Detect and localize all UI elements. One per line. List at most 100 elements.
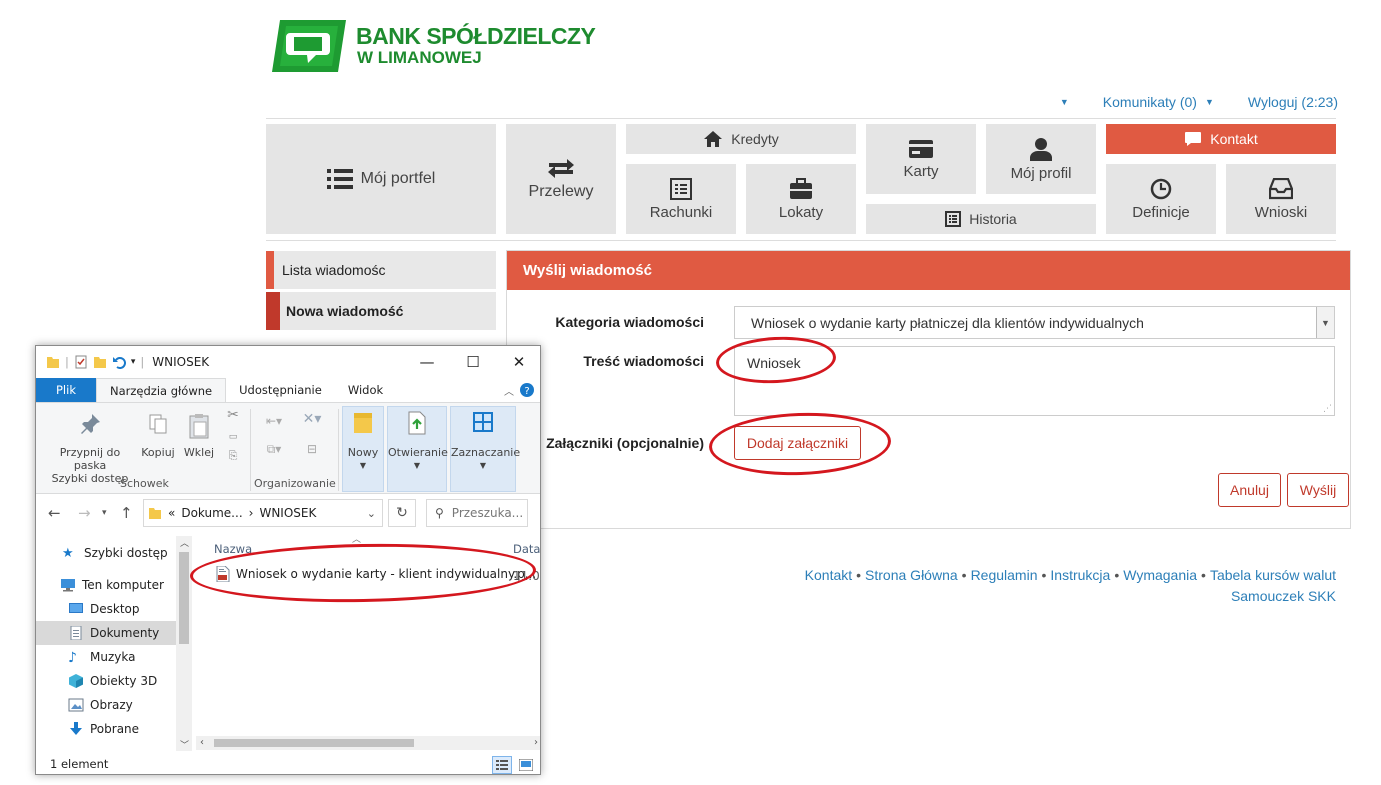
menu-deposits[interactable]: Lokaty bbox=[746, 164, 856, 234]
close-icon[interactable]: ✕ bbox=[496, 346, 540, 378]
menu-definitions[interactable]: Definicje bbox=[1106, 164, 1216, 234]
file-row[interactable]: Wniosek o wydanie karty - klient indywid… bbox=[216, 566, 536, 582]
address-part-folder[interactable]: WNIOSEK bbox=[259, 506, 316, 520]
new-folder-icon[interactable] bbox=[93, 355, 107, 369]
paste-button[interactable]: Wklej bbox=[180, 413, 218, 459]
nav-item-music[interactable]: ♪ Muzyka bbox=[36, 645, 176, 669]
chevron-down-icon[interactable]: ﹀ bbox=[180, 738, 189, 751]
resize-grip-icon[interactable]: ⋰ bbox=[1323, 403, 1332, 414]
nav-item-downloads[interactable]: Pobrane bbox=[36, 717, 176, 741]
list-icon bbox=[326, 169, 353, 189]
copy-to-icon[interactable]: ⧉▾ bbox=[260, 443, 288, 456]
menu-history[interactable]: Historia bbox=[866, 204, 1096, 234]
menu-contact[interactable]: Kontakt bbox=[1106, 124, 1336, 154]
copy-icon bbox=[149, 414, 167, 434]
move-to-icon[interactable]: ⇤▾ bbox=[260, 415, 288, 428]
nav-scrollbar[interactable]: ︿ ﹀ bbox=[176, 536, 192, 751]
undo-icon[interactable] bbox=[112, 355, 126, 369]
menu-credits[interactable]: Kredyty bbox=[626, 124, 856, 154]
chevron-up-icon[interactable]: ︿ bbox=[180, 536, 189, 549]
tab-file[interactable]: Plik bbox=[36, 378, 96, 402]
minimize-icon[interactable]: — bbox=[404, 346, 450, 378]
pin-quick-access-button[interactable]: Przypnij do paska Szybki dostęp bbox=[42, 413, 138, 485]
footer-link-exchange-rates[interactable]: Tabela kursów walut bbox=[1210, 567, 1336, 583]
search-placeholder: Przeszuka... bbox=[451, 506, 524, 520]
footer-link-instructions[interactable]: Instrukcja bbox=[1050, 567, 1110, 583]
select-button[interactable]: Zaznaczanie ▼ bbox=[451, 411, 520, 472]
sidebar-item-new-message[interactable]: Nowa wiadomość bbox=[266, 292, 496, 330]
category-selected-value: Wniosek o wydanie karty płatniczej dla k… bbox=[751, 314, 1144, 331]
category-select[interactable]: Wniosek o wydanie karty płatniczej dla k… bbox=[734, 306, 1335, 339]
properties-icon[interactable] bbox=[74, 355, 88, 369]
tab-view[interactable]: Widok bbox=[335, 378, 396, 402]
chevron-left-icon[interactable]: ‹ bbox=[200, 736, 204, 750]
file-explorer-window[interactable]: | ▾ | WNIOSEK — ☐ ✕ Plik Narzędzia główn… bbox=[35, 345, 541, 775]
collapse-ribbon-icon[interactable]: ︿ bbox=[498, 378, 520, 402]
nav-item-3d-objects[interactable]: Obiekty 3D bbox=[36, 669, 176, 693]
help-icon[interactable]: ? bbox=[520, 378, 540, 402]
cancel-button[interactable]: Anuluj bbox=[1218, 473, 1281, 507]
address-separator[interactable]: › bbox=[249, 506, 254, 520]
forward-icon[interactable]: → bbox=[78, 499, 91, 527]
nav-item-documents[interactable]: Dokumenty bbox=[36, 621, 176, 645]
open-button[interactable]: Otwieranie ▼ bbox=[388, 411, 448, 472]
address-part-documents[interactable]: Dokume... bbox=[181, 506, 242, 520]
chevron-down-icon[interactable]: ⌄ bbox=[367, 507, 376, 520]
recent-locations-icon[interactable]: ▾ bbox=[102, 499, 107, 527]
menu-cards-label: Karty bbox=[903, 162, 939, 180]
chevron-down-icon[interactable]: ▼ bbox=[1316, 307, 1334, 338]
new-button[interactable]: Nowy ▼ bbox=[344, 411, 382, 472]
menu-transfers[interactable]: Przelewy bbox=[506, 124, 616, 234]
menu-portfolio[interactable]: Mój portfel bbox=[266, 124, 496, 234]
horizontal-scrollbar[interactable]: ‹ › bbox=[196, 736, 540, 750]
paste-shortcut-icon[interactable]: ⎘ bbox=[224, 449, 242, 462]
menu-profile[interactable]: Mój profil bbox=[986, 124, 1096, 194]
cut-icon[interactable]: ✂ bbox=[224, 408, 242, 422]
status-bar: 1 element bbox=[36, 752, 540, 774]
address-bar[interactable]: « Dokume... › WNIOSEK ⌄ bbox=[143, 499, 383, 527]
details-view-icon[interactable] bbox=[492, 756, 512, 774]
content-textarea[interactable]: Wniosek ⋰ bbox=[734, 346, 1335, 416]
messages-link[interactable]: Komunikaty (0) ▼ bbox=[1103, 94, 1214, 110]
send-button[interactable]: Wyślij bbox=[1287, 473, 1349, 507]
menu-cards[interactable]: Karty bbox=[866, 124, 976, 194]
dropdown-caret-icon[interactable]: ▼ bbox=[1060, 97, 1069, 107]
explorer-title-bar[interactable]: | ▾ | WNIOSEK — ☐ ✕ bbox=[36, 346, 540, 378]
large-icons-view-icon[interactable] bbox=[516, 756, 536, 774]
logout-link[interactable]: Wyloguj (2:23) bbox=[1248, 94, 1338, 110]
column-header-date[interactable]: Data bbox=[513, 542, 540, 556]
tab-share[interactable]: Udostępnianie bbox=[226, 378, 335, 402]
sidebar-item-label: Nowa wiadomość bbox=[286, 303, 404, 319]
chevron-right-icon[interactable]: › bbox=[534, 736, 538, 750]
copy-button[interactable]: Kopiuj bbox=[140, 413, 176, 459]
menu-contact-label: Kontakt bbox=[1210, 131, 1258, 147]
sidebar-item-message-list[interactable]: Lista wiadomośc bbox=[266, 251, 496, 289]
bank-logo[interactable]: BANK SPÓŁDZIELCZY W LIMANOWEJ bbox=[272, 20, 596, 72]
refresh-icon[interactable]: ↻ bbox=[388, 499, 416, 527]
new-folder-icon bbox=[354, 413, 372, 433]
rename-icon[interactable]: ⊟ bbox=[298, 443, 326, 456]
tab-home[interactable]: Narzędzia główne bbox=[96, 378, 227, 402]
chevron-down-icon: ▼ bbox=[413, 461, 421, 470]
nav-item-quick-access[interactable]: ★ Szybki dostęp bbox=[36, 541, 176, 565]
footer-link-home[interactable]: Strona Główna bbox=[865, 567, 958, 583]
nav-item-pictures[interactable]: Obrazy bbox=[36, 693, 176, 717]
copy-path-icon[interactable]: ▭ bbox=[224, 431, 242, 444]
menu-applications[interactable]: Wnioski bbox=[1226, 164, 1336, 234]
file-date: 11.0 bbox=[513, 569, 540, 583]
add-attachments-button[interactable]: Dodaj załączniki bbox=[734, 426, 861, 460]
menu-accounts[interactable]: Rachunki bbox=[626, 164, 736, 234]
nav-item-this-pc[interactable]: Ten komputer bbox=[36, 573, 176, 597]
search-input[interactable]: ⚲ Przeszuka... bbox=[426, 499, 528, 527]
nav-item-desktop[interactable]: Desktop bbox=[36, 597, 176, 621]
footer-link-contact[interactable]: Kontakt bbox=[805, 567, 852, 583]
back-icon[interactable]: ← bbox=[48, 499, 61, 527]
footer-link-requirements[interactable]: Wymagania bbox=[1123, 567, 1197, 583]
customize-toolbar-icon[interactable]: ▾ bbox=[131, 357, 136, 367]
footer-link-tutorial[interactable]: Samouczek SKK bbox=[805, 586, 1336, 607]
delete-icon[interactable]: ✕▾ bbox=[298, 412, 326, 426]
column-header-name[interactable]: Nazwa bbox=[214, 542, 252, 556]
footer-link-terms[interactable]: Regulamin bbox=[971, 567, 1038, 583]
maximize-icon[interactable]: ☐ bbox=[450, 346, 496, 378]
up-icon[interactable]: ↑ bbox=[120, 499, 133, 527]
